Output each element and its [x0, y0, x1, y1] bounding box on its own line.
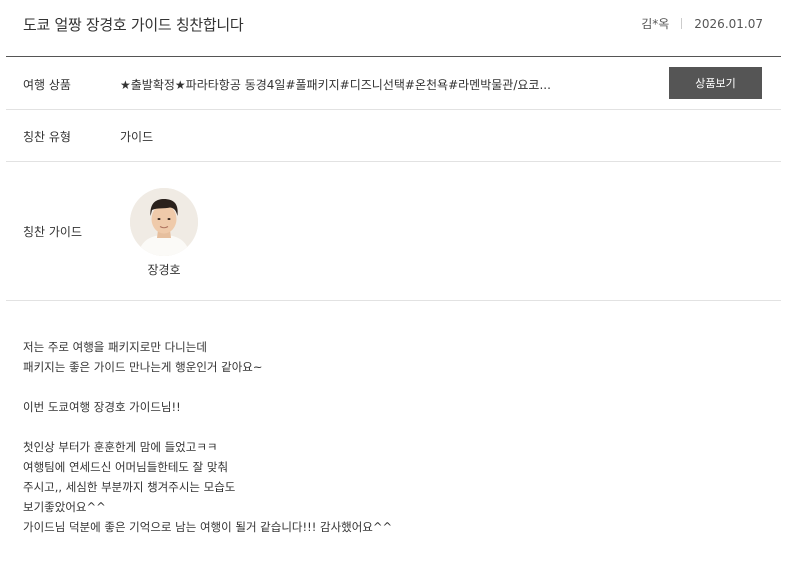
content-line: 주시고,, 세심한 부분까지 챙겨주시는 모습도	[23, 480, 236, 494]
content-line: 저는 주로 여행을 패키지로만 다니는데	[23, 340, 207, 354]
praise-type-value: 가이드	[120, 130, 154, 144]
guide-row: 칭찬 가이드 장경호	[6, 162, 781, 301]
view-product-button[interactable]: 상품보기	[669, 67, 762, 99]
product-row: 여행 상품 ★출발확정★파라타항공 동경4일#풀패키지#디즈니선택#온천욕#라멘…	[6, 57, 781, 110]
praise-type-label: 칭찬 유형	[23, 130, 71, 144]
review-title: 도쿄 얼짱 장경호 가이드 칭찬합니다	[23, 16, 244, 34]
review-author: 김*옥	[641, 17, 670, 31]
review-detail: 도쿄 얼짱 장경호 가이드 칭찬합니다 김*옥 2026.01.07 여행 상품 …	[0, 0, 800, 564]
content-line: 첫인상 부터가 훈훈한게 맘에 들었고ㅋㅋ	[23, 440, 218, 454]
product-label: 여행 상품	[23, 78, 71, 92]
review-header: 도쿄 얼짱 장경호 가이드 칭찬합니다 김*옥 2026.01.07	[6, 0, 781, 57]
content-line: 가이드님 덕분에 좋은 기억으로 남는 여행이 될거 같습니다!!! 감사했어요…	[23, 520, 393, 534]
guide-portrait-icon	[130, 188, 198, 256]
content-line	[23, 377, 392, 397]
guide-name: 장경호	[147, 263, 181, 277]
meta-divider	[681, 18, 683, 29]
content-line: 이번 도쿄여행 장경호 가이드님!!	[23, 400, 181, 414]
review-content: 저는 주로 여행을 패키지로만 다니는데 패키지는 좋은 가이드 만나는게 행운…	[23, 337, 392, 537]
review-date: 2026.01.07	[694, 17, 763, 31]
content-line: 보기좋았어요^^	[23, 500, 106, 514]
product-name: ★출발확정★파라타항공 동경4일#풀패키지#디즈니선택#온천욕#라멘박물관/요코…	[120, 78, 551, 92]
content-line: 여행팀에 연세드신 어머님들한테도 잘 맞춰	[23, 460, 229, 474]
content-line	[23, 417, 392, 437]
praise-type-row: 칭찬 유형 가이드	[6, 110, 781, 162]
guide-avatar	[130, 188, 198, 256]
content-line: 패키지는 좋은 가이드 만나는게 행운인거 같아요~	[23, 360, 263, 374]
guide-label: 칭찬 가이드	[23, 225, 83, 239]
review-meta: 김*옥 2026.01.07	[641, 15, 763, 32]
